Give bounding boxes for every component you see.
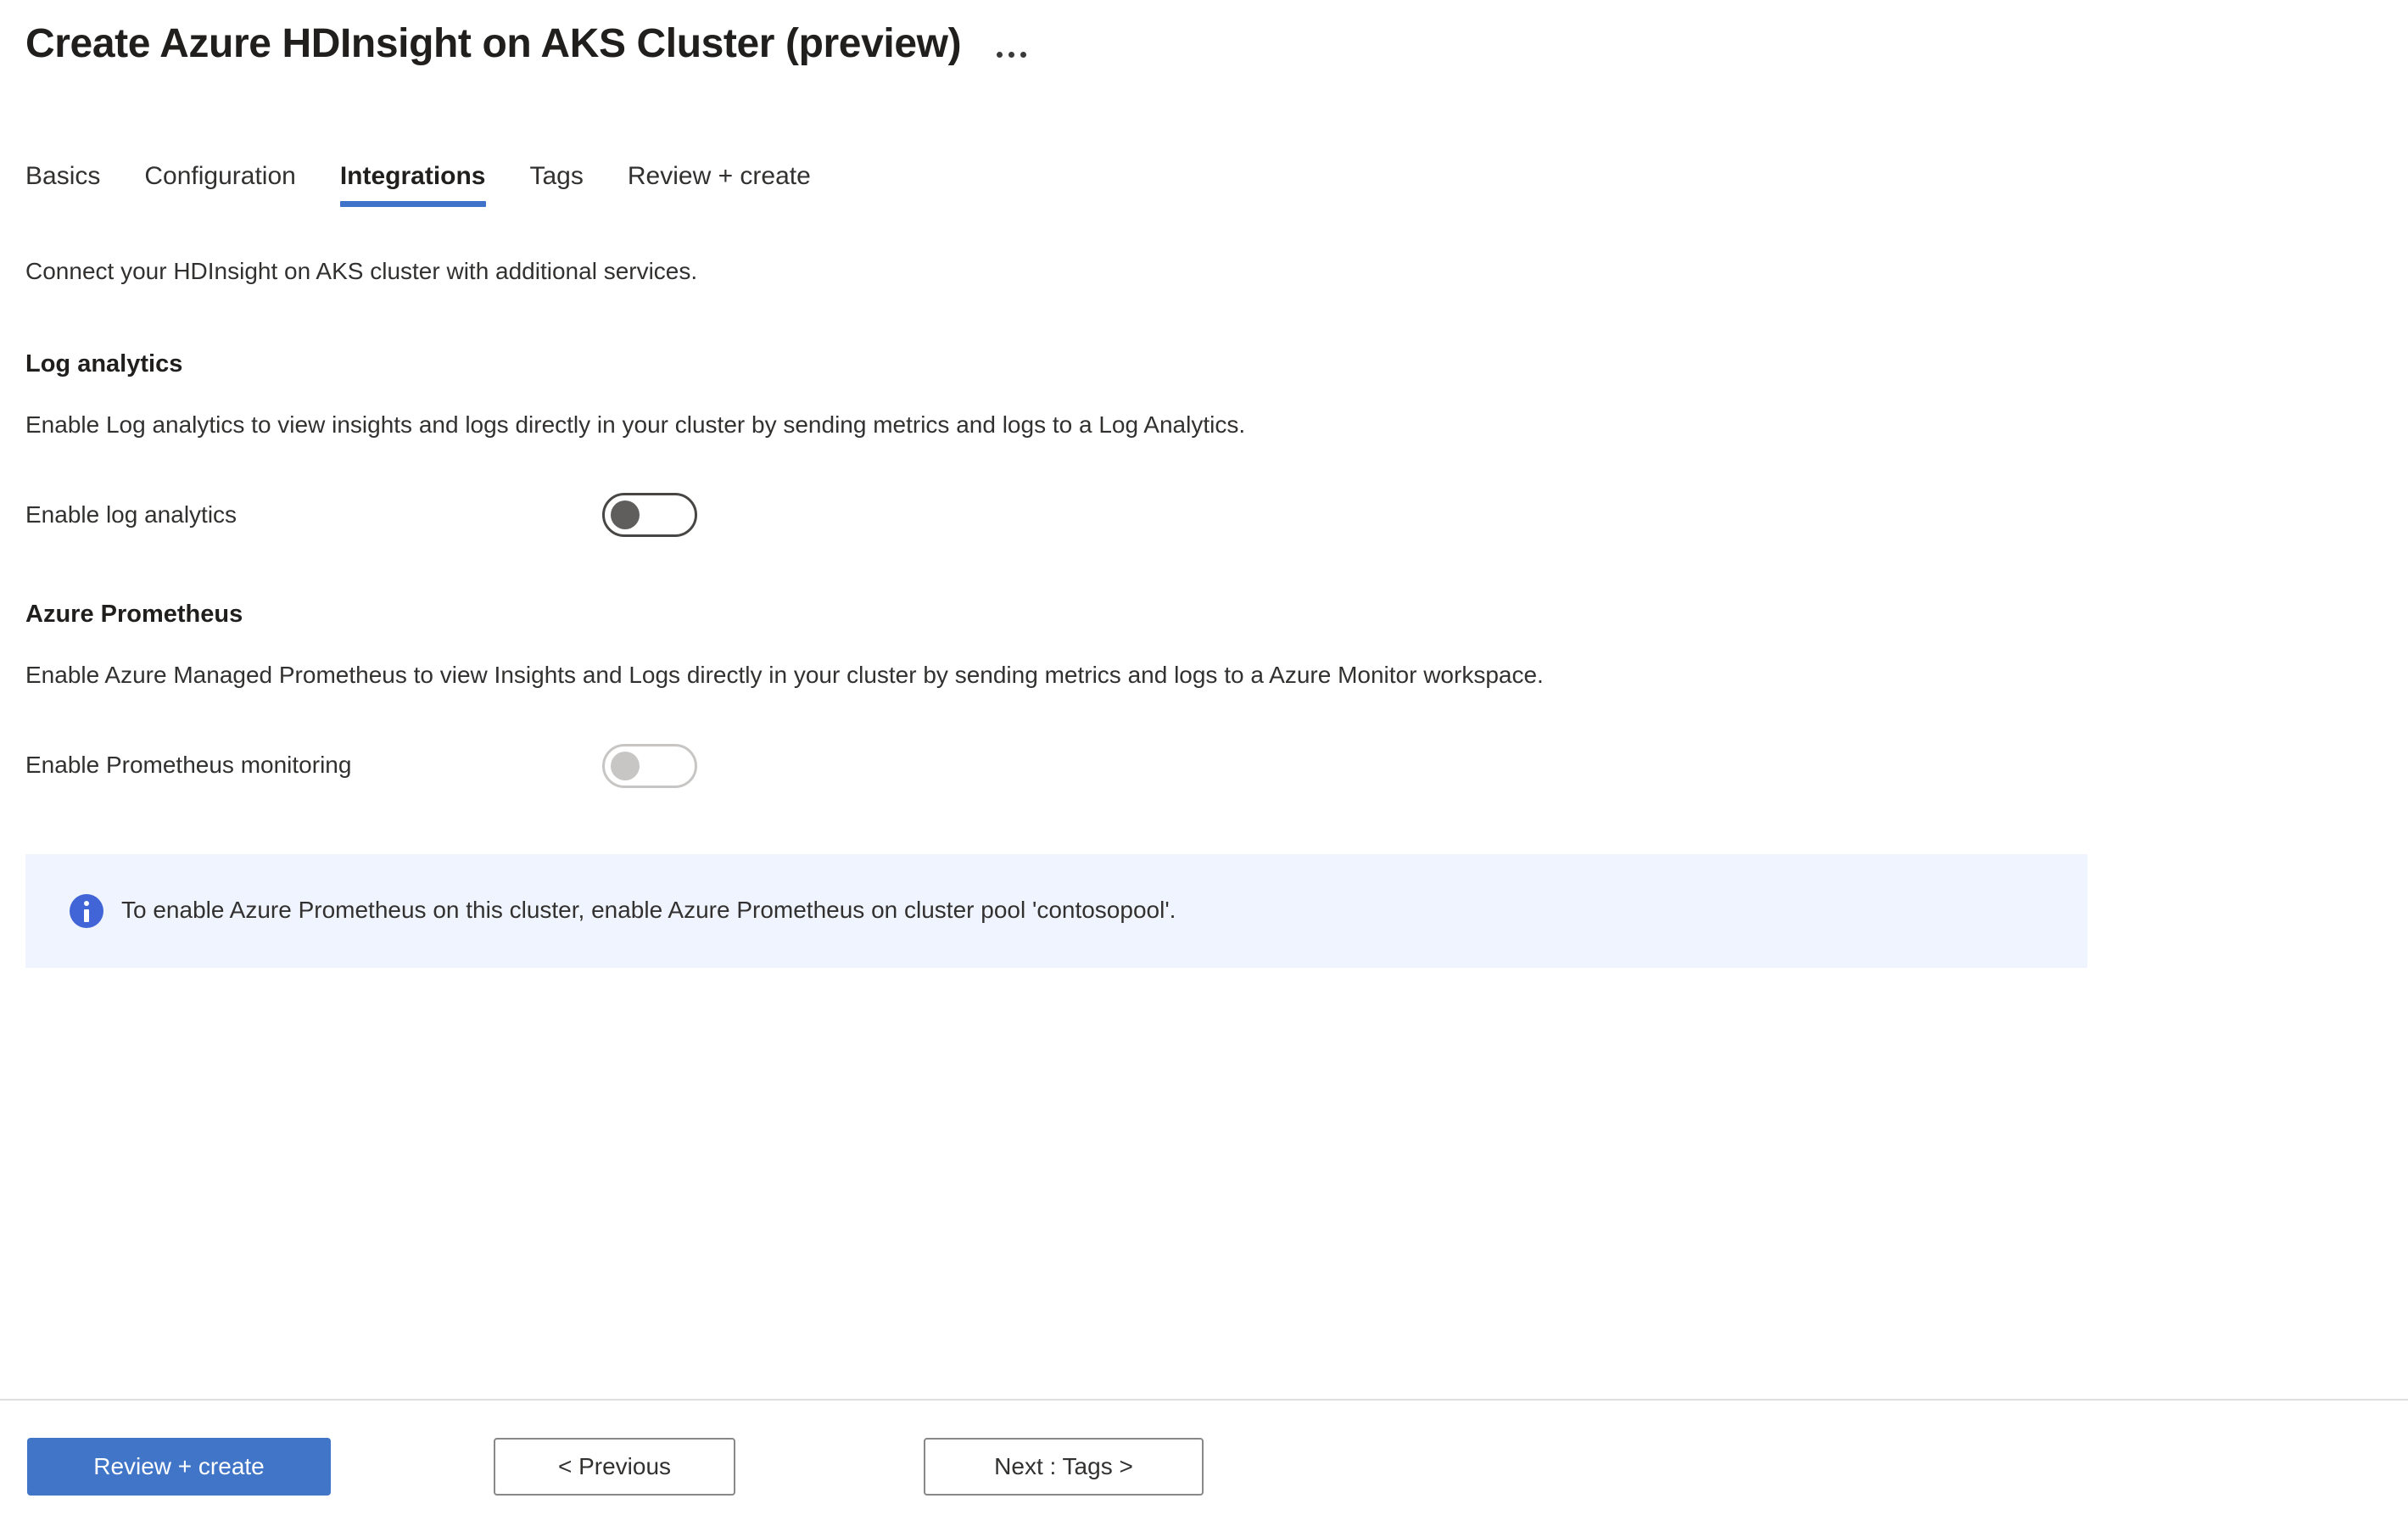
section-heading-azure-prometheus: Azure Prometheus <box>25 601 243 629</box>
section-heading-log-analytics: Log analytics <box>25 350 183 378</box>
toggle-enable-log-analytics[interactable] <box>602 493 697 538</box>
tab-basics-label: Basics <box>25 162 101 190</box>
footer-action-bar: Review + create < Previous Next : Tags > <box>0 1399 2408 1532</box>
section-description-azure-prometheus: Enable Azure Managed Prometheus to view … <box>25 662 1544 689</box>
field-row-enable-log-analytics: Enable log analytics <box>25 493 2383 538</box>
toggle-thumb <box>611 500 640 530</box>
page-title: Create Azure HDInsight on AKS Cluster (p… <box>25 21 962 66</box>
tab-basics[interactable]: Basics <box>25 161 122 207</box>
ellipsis-dot-3 <box>1020 51 1027 58</box>
previous-button[interactable]: < Previous <box>494 1437 735 1496</box>
toggle-thumb <box>611 751 640 780</box>
tab-configuration-label: Configuration <box>144 162 296 190</box>
ellipsis-dot-2 <box>1008 51 1015 58</box>
tab-tags[interactable]: Tags <box>508 161 606 207</box>
field-row-enable-prometheus-monitoring: Enable Prometheus monitoring <box>25 743 2383 788</box>
ellipsis-dot-1 <box>997 51 1003 58</box>
more-options-icon[interactable] <box>990 38 1033 61</box>
tab-integrations[interactable]: Integrations <box>318 161 508 207</box>
intro-description: Connect your HDInsight on AKS cluster wi… <box>25 258 698 284</box>
toggle-enable-prometheus-monitoring <box>602 743 697 788</box>
next-tags-button[interactable]: Next : Tags > <box>924 1437 1204 1496</box>
label-enable-prometheus-monitoring: Enable Prometheus monitoring <box>25 752 352 779</box>
main-content: Connect your HDInsight on AKS cluster wi… <box>0 256 2408 968</box>
info-icon <box>70 893 103 928</box>
info-banner: To enable Azure Prometheus on this clust… <box>25 853 2087 968</box>
tab-tags-label: Tags <box>529 162 584 190</box>
info-banner-message: To enable Azure Prometheus on this clust… <box>121 897 1176 924</box>
tab-review-create[interactable]: Review + create <box>606 161 833 207</box>
page-header: Create Azure HDInsight on AKS Cluster (p… <box>0 0 2408 70</box>
section-description-log-analytics: Enable Log analytics to view insights an… <box>25 411 1246 439</box>
tab-integrations-label: Integrations <box>339 162 486 190</box>
tab-configuration[interactable]: Configuration <box>122 161 317 207</box>
wizard-tabs: Basics Configuration Integrations Tags R… <box>0 161 2408 207</box>
tab-review-create-label: Review + create <box>627 162 811 190</box>
review-create-button[interactable]: Review + create <box>27 1437 331 1496</box>
label-enable-log-analytics: Enable log analytics <box>25 501 237 528</box>
